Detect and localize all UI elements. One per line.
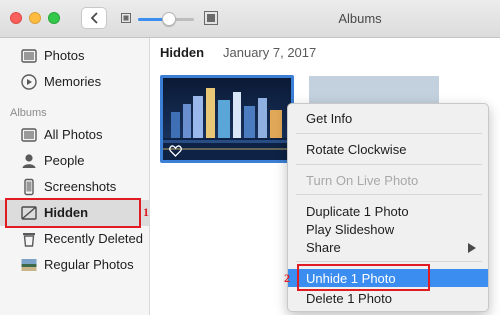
menu-item-label: Play Slideshow [306, 222, 395, 237]
sidebar-item-memories[interactable]: Memories [0, 69, 149, 95]
sidebar-item-label: All Photos [44, 127, 103, 142]
menu-item-label: Turn On Live Photo [306, 173, 419, 188]
sidebar-item-recently-deleted[interactable]: Recently Deleted [0, 226, 149, 252]
sidebar-item-people[interactable]: People [0, 148, 149, 174]
submenu-arrow-icon [468, 243, 476, 253]
screenshots-icon [24, 178, 34, 196]
window-title: Albums [338, 11, 382, 26]
menu-separator [296, 261, 482, 262]
menu-item-label: Share [306, 240, 341, 255]
menu-item-duplicate-photo[interactable]: Duplicate 1 Photo [288, 202, 488, 220]
large-thumbnail-icon [204, 11, 218, 25]
zoom-slider[interactable] [138, 12, 194, 26]
heart-icon[interactable] [169, 145, 182, 157]
menu-separator [296, 164, 482, 165]
chevron-left-icon [90, 12, 98, 24]
close-window-button[interactable] [10, 12, 22, 24]
annotation-box-step2 [297, 264, 430, 291]
memories-icon [21, 74, 37, 90]
minimize-window-button[interactable] [29, 12, 41, 24]
menu-item-turn-on-live-photo: Turn On Live Photo [288, 171, 488, 189]
sidebar-item-label: Photos [44, 48, 85, 63]
menu-item-share[interactable]: Share [288, 238, 488, 256]
sidebar-item-label: Recently Deleted [44, 231, 143, 246]
menu-item-label: Delete 1 Photo [306, 291, 393, 306]
sidebar: Photos Memories Albums All Photos People… [0, 38, 150, 315]
header-date: January 7, 2017 [223, 45, 317, 60]
sidebar-section-albums: Albums [10, 107, 47, 119]
title-bar: Albums [0, 0, 500, 38]
all-photos-icon [21, 128, 37, 142]
menu-item-label: Duplicate 1 Photo [306, 204, 409, 219]
zoom-slider-knob[interactable] [161, 12, 176, 26]
zoom-window-button[interactable] [48, 12, 60, 24]
menu-item-get-info[interactable]: Get Info [288, 109, 488, 127]
small-thumbnail-icon [121, 13, 131, 23]
photo-thumbnail-selected[interactable] [160, 75, 294, 163]
menu-item-label: Get Info [306, 111, 353, 126]
annotation-label-step2: 2 [284, 271, 290, 285]
sidebar-item-label: Regular Photos [44, 257, 134, 272]
page-title: Hidden [160, 45, 205, 60]
people-icon [22, 154, 36, 168]
annotation-label-step1: 1 [143, 205, 149, 219]
album-thumbnail-icon [21, 259, 37, 271]
photos-icon [21, 49, 37, 63]
sidebar-item-label: People [44, 153, 85, 168]
sidebar-item-regular-photos[interactable]: Regular Photos [0, 252, 149, 278]
trash-icon [23, 233, 35, 247]
back-button[interactable] [81, 7, 107, 29]
annotation-box-step1 [5, 198, 141, 228]
menu-separator [296, 133, 482, 134]
sidebar-item-all-photos[interactable]: All Photos [0, 122, 149, 148]
city-night-photo [163, 78, 291, 160]
menu-item-label: Rotate Clockwise [306, 142, 407, 157]
menu-item-rotate-clockwise[interactable]: Rotate Clockwise [288, 140, 488, 158]
menu-item-play-slideshow[interactable]: Play Slideshow [288, 220, 488, 238]
menu-separator [296, 194, 482, 195]
menu-item-delete-photo[interactable]: Delete 1 Photo [288, 289, 488, 307]
sidebar-item-photos[interactable]: Photos [0, 43, 149, 69]
sidebar-item-screenshots[interactable]: Screenshots [0, 174, 149, 200]
sidebar-item-label: Memories [44, 74, 102, 89]
content-header: Hidden January 7, 2017 [150, 38, 500, 66]
sidebar-item-label: Screenshots [44, 179, 117, 194]
